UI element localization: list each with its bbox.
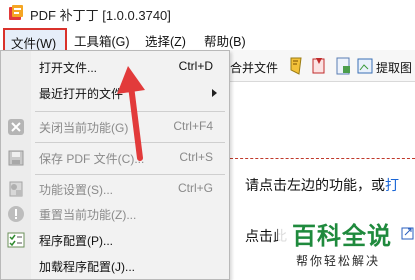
welcome-hint-text: 请点击左边的功能，或 xyxy=(245,177,385,193)
menu-item-label: 保存 PDF 文件(C)... xyxy=(39,152,145,166)
menu-item-save-pdf[interactable]: 保存 PDF 文件(C)... Ctrl+S xyxy=(1,146,229,170)
watermark-subtitle: 帮你轻松解决 xyxy=(296,254,381,268)
menu-item-recent-files[interactable]: 最近打开的文件 xyxy=(1,81,229,105)
menu-item-label: 关闭当前功能(G) xyxy=(39,121,129,135)
app-logo-icon xyxy=(9,5,23,20)
welcome-hint: 请点击左边的功能，或打 xyxy=(245,175,399,195)
menu-item-shortcut: Ctrl+D xyxy=(178,59,213,73)
menu-item-label: 打开文件... xyxy=(39,61,98,75)
menu-item-label: 功能设置(S)... xyxy=(39,183,113,197)
content-divider xyxy=(230,158,415,159)
bookmark-icon[interactable] xyxy=(288,56,306,76)
open-link[interactable]: 打 xyxy=(385,177,399,193)
menu-item-function-settings[interactable]: 功能设置(S)... Ctrl+G xyxy=(1,177,229,201)
menu-item-label: 加载程序配置(J)... xyxy=(39,260,135,274)
extract-image-icon[interactable] xyxy=(356,56,374,76)
menu-separator xyxy=(35,111,225,112)
toolbar-merge-label[interactable]: 合并文件 xyxy=(230,59,278,76)
menu-item-label: 最近打开的文件 xyxy=(39,87,124,101)
menu-file[interactable]: 文件(W) xyxy=(3,28,67,52)
menu-help[interactable]: 帮助(B) xyxy=(204,31,246,50)
window-title: PDF 补丁丁 [1.0.0.3740] xyxy=(30,8,171,23)
menu-item-shortcut: Ctrl+F4 xyxy=(173,119,213,133)
link-icon xyxy=(401,227,414,240)
menu-separator xyxy=(35,174,225,175)
menu-item-label: 重置当前功能(Z)... xyxy=(39,208,137,222)
checklist-icon xyxy=(7,232,25,248)
menu-item-program-config[interactable]: 程序配置(P)... xyxy=(1,228,229,252)
document-icon[interactable] xyxy=(334,56,352,76)
file-menu-dropdown: 打开文件... Ctrl+D 最近打开的文件 关闭当前功能(G) Ctrl+F4… xyxy=(0,50,230,280)
menu-bar: 文件(W) 工具箱(G) 选择(Z) 帮助(B) xyxy=(0,28,415,52)
pdf-tools-icon[interactable] xyxy=(310,56,328,76)
menu-item-shortcut: Ctrl+G xyxy=(177,181,213,195)
menu-tools[interactable]: 工具箱(G) xyxy=(74,31,130,50)
menu-item-shortcut: Ctrl+S xyxy=(179,150,213,164)
menu-item-open-file[interactable]: 打开文件... Ctrl+D xyxy=(1,55,229,79)
close-icon xyxy=(8,119,24,135)
watermark-title: 百科全说 xyxy=(292,222,392,250)
title-bar: PDF 补丁丁 [1.0.0.3740] xyxy=(0,0,415,28)
save-icon xyxy=(8,150,24,166)
menu-item-load-config[interactable]: 加载程序配置(J)... xyxy=(1,254,229,278)
toolbar-extract-label[interactable]: 提取图 xyxy=(376,59,412,76)
menu-select[interactable]: 选择(Z) xyxy=(145,31,186,50)
menu-separator xyxy=(35,142,225,143)
warning-icon xyxy=(8,206,24,222)
menu-item-reset-function[interactable]: 重置当前功能(Z)... xyxy=(1,202,229,226)
menu-item-label: 程序配置(P)... xyxy=(39,234,113,248)
settings-icon xyxy=(9,181,23,197)
menu-item-close-function[interactable]: 关闭当前功能(G) Ctrl+F4 xyxy=(1,115,229,139)
submenu-arrow-icon xyxy=(212,89,217,97)
